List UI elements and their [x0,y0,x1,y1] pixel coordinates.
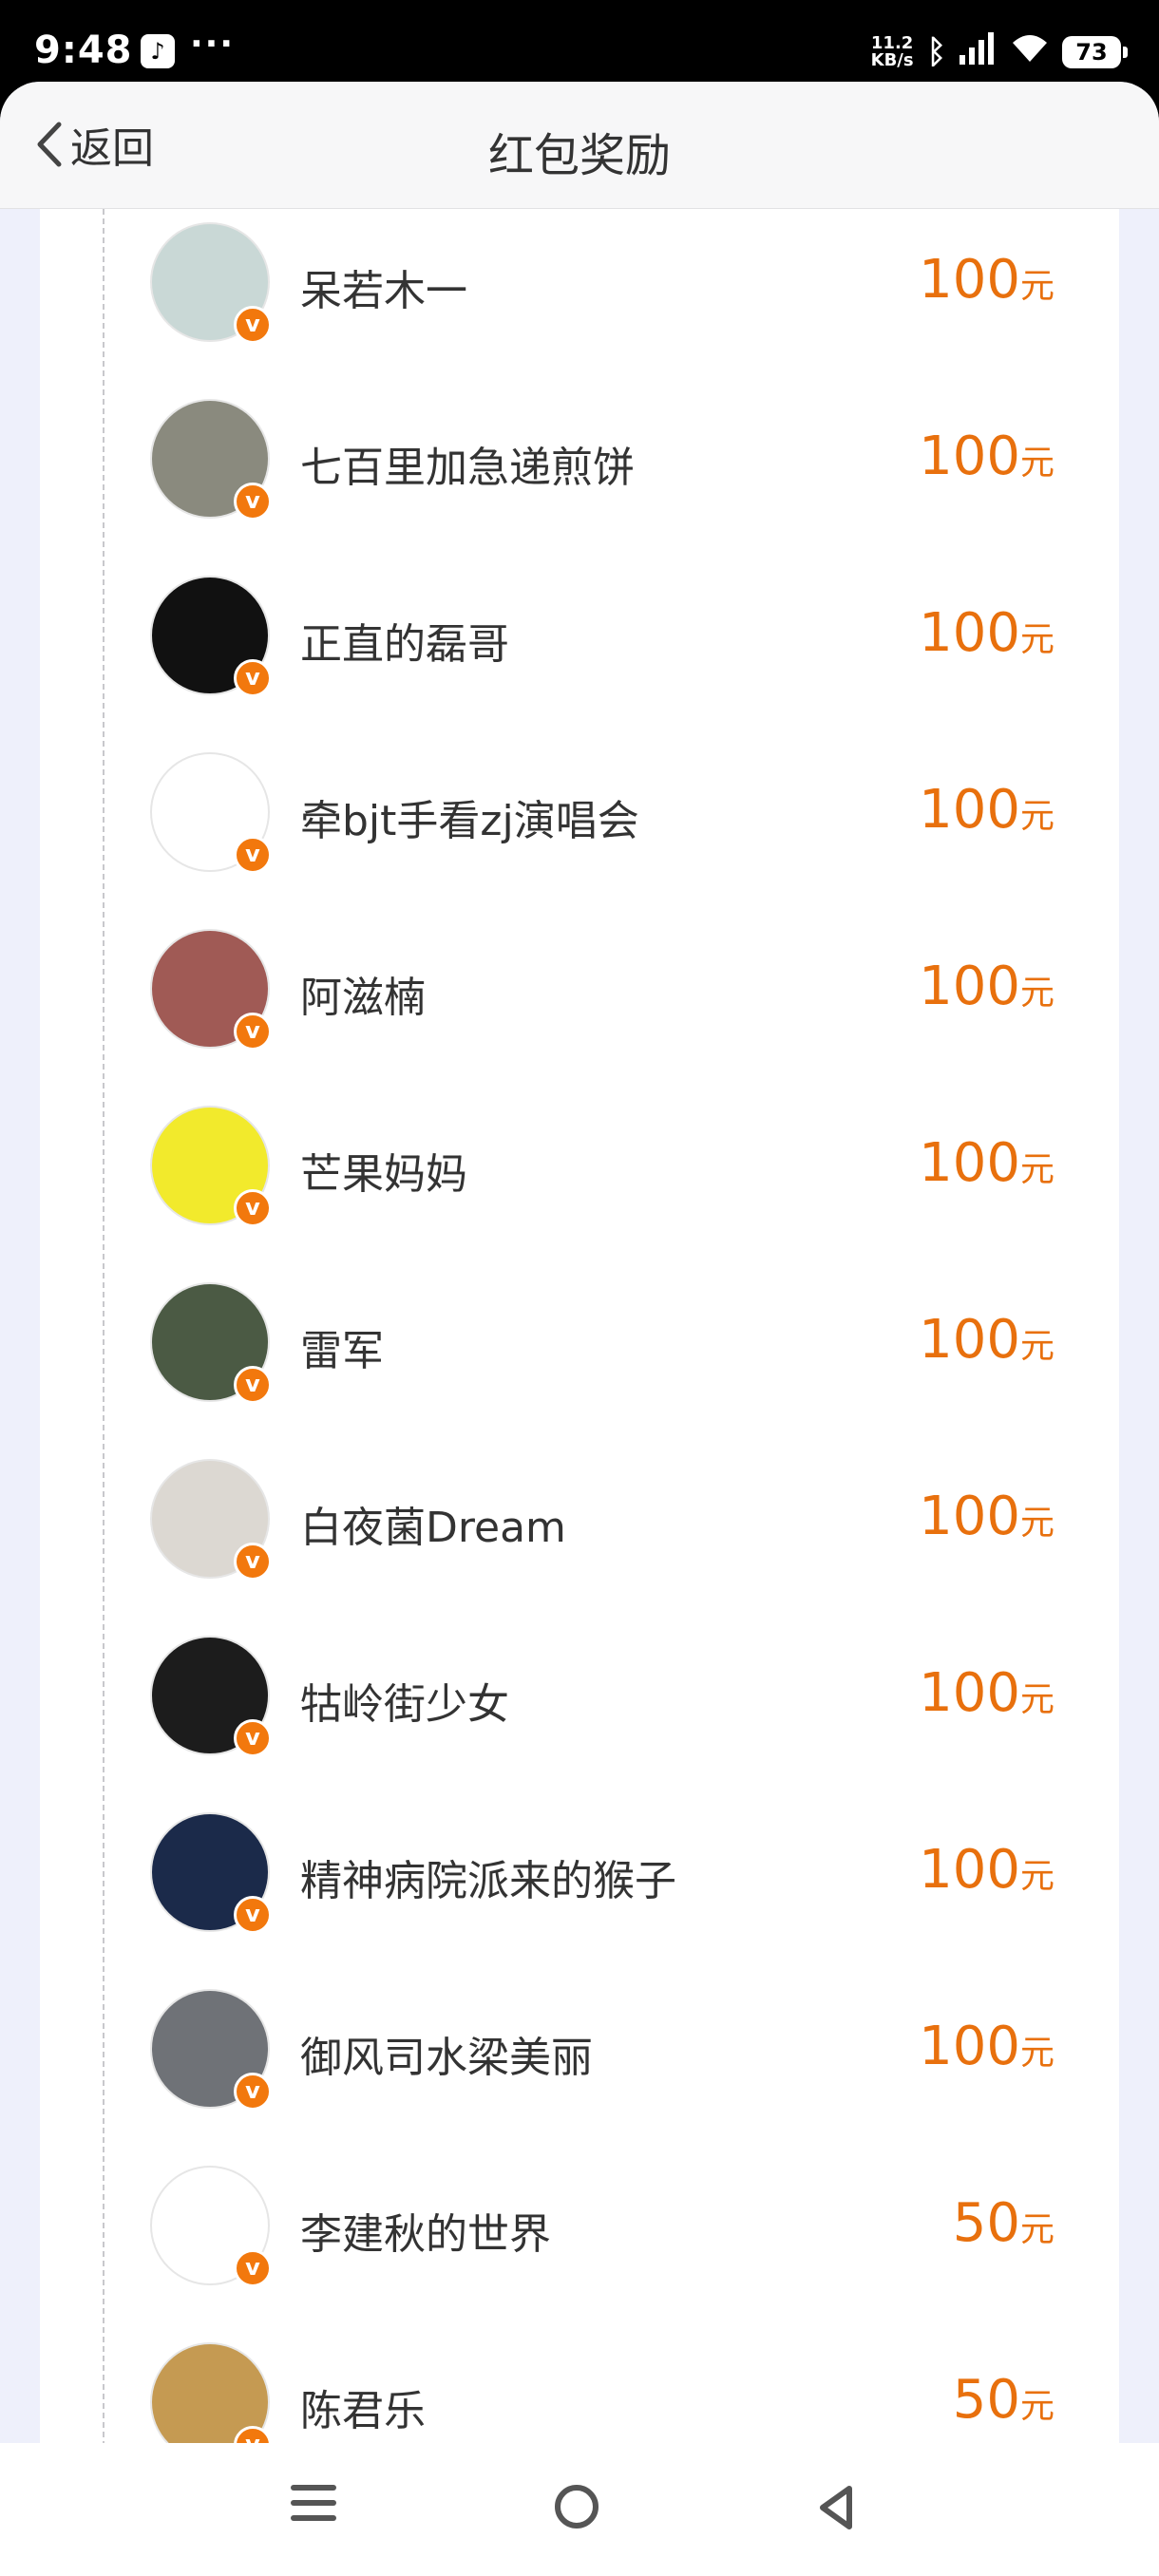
reward-amount: 100元 [919,1839,1054,1901]
reward-amount-value: 100 [919,2016,1020,2077]
user-name: 御风司水梁美丽 [300,2034,593,2082]
list-item[interactable]: v 芒果妈妈 100元 [40,1106,1119,1282]
reward-amount-value: 50 [952,2192,1020,2254]
verified-badge-icon: v [234,1189,272,1227]
reward-amount-unit: 元 [1019,267,1054,306]
reward-amount: 100元 [919,249,1054,311]
system-nav-bar [0,2443,1159,2576]
user-name: 正直的磊哥 [300,620,509,669]
reward-amount-value: 100 [919,602,1020,664]
battery-icon: 73 [1062,36,1128,68]
tiktok-icon: ♪ [141,34,175,68]
reward-amount-value: 100 [919,1309,1020,1371]
wifi-icon [1011,33,1049,72]
user-name: 白夜菌Dream [300,1504,566,1552]
status-time: 9:48 [34,28,133,72]
reward-amount-value: 50 [952,2369,1020,2431]
status-bar: 9:48 ♪ ··· 11.2 KB/s ᛒ 73 [0,0,1159,95]
reward-amount-value: 100 [919,779,1020,841]
user-name: 芒果妈妈 [300,1150,467,1199]
reward-amount-value: 100 [919,1132,1020,1194]
reward-amount-unit: 元 [1019,797,1054,836]
verified-badge-icon: v [234,2249,272,2287]
user-name: 雷军 [300,1327,384,1375]
verified-badge-icon: v [234,1719,272,1757]
network-speed: 11.2 KB/s [871,35,914,69]
reward-list: v 呆若木一 100元 v 七百里加急递煎饼 100元 v 正直的磊哥 100元 v 牵bjt手看z… [40,209,1119,2494]
reward-amount: 100元 [919,602,1054,664]
user-name: 精神病院派来的猴子 [300,1857,676,1905]
user-name: 呆若木一 [300,267,467,315]
list-item[interactable]: v 御风司水梁美丽 100元 [40,1989,1119,2166]
reward-amount-unit: 元 [1019,1150,1054,1189]
reward-amount: 100元 [919,1486,1054,1547]
reward-amount: 50元 [953,2192,1054,2254]
reward-amount-unit: 元 [1019,1327,1054,1366]
verified-badge-icon: v [234,2073,272,2111]
verified-badge-icon: v [234,483,272,521]
verified-badge-icon: v [234,1896,272,1934]
reward-amount-value: 100 [919,426,1020,487]
reward-amount-unit: 元 [1019,2210,1054,2249]
list-item[interactable]: v 白夜菌Dream 100元 [40,1459,1119,1636]
more-notifications-icon: ··· [190,25,236,64]
reward-amount-value: 100 [919,249,1020,311]
verified-badge-icon: v [234,306,272,344]
list-item[interactable]: v 阿滋楠 100元 [40,929,1119,1106]
reward-amount-unit: 元 [1019,2034,1054,2073]
list-item[interactable]: v 正直的磊哥 100元 [40,576,1119,752]
reward-amount-unit: 元 [1019,2387,1054,2426]
reward-amount-value: 100 [919,1839,1020,1901]
reward-amount-unit: 元 [1019,620,1054,659]
reward-amount-value: 100 [919,1662,1020,1724]
reward-amount-unit: 元 [1019,974,1054,1013]
network-speed-unit: KB/s [870,50,914,70]
reward-amount: 50元 [953,2369,1054,2431]
reward-amount-unit: 元 [1019,1504,1054,1543]
reward-amount: 100元 [919,2016,1054,2077]
user-name: 阿滋楠 [300,974,426,1022]
user-name: 陈君乐 [300,2387,426,2435]
verified-badge-icon: v [234,836,272,874]
verified-badge-icon: v [234,1013,272,1051]
reward-amount-value: 100 [919,956,1020,1017]
reward-amount-unit: 元 [1019,444,1054,483]
reward-amount-value: 100 [919,1486,1020,1547]
reward-amount: 100元 [919,1132,1054,1194]
app-window: 返回 红包奖励 v 呆若木一 100元 v 七百里加急递煎饼 100元 v 正直的磊哥 100元… [0,82,1159,2494]
page-title: 红包奖励 [487,129,671,182]
list-item[interactable]: v 雷军 100元 [40,1282,1119,1459]
list-item[interactable]: v 七百里加急递煎饼 100元 [40,399,1119,576]
menu-icon[interactable] [291,2485,336,2527]
list-item[interactable]: v 呆若木一 100元 [40,222,1119,399]
user-name: 牯岭街少女 [300,1680,509,1729]
list-item[interactable]: v 李建秋的世界 50元 [40,2166,1119,2342]
reward-amount-unit: 元 [1019,1680,1054,1719]
list-item[interactable]: v 牯岭街少女 100元 [40,1636,1119,1812]
reward-amount: 100元 [919,1309,1054,1371]
nav-header: 返回 红包奖励 [0,82,1159,209]
bluetooth-icon: ᛒ [926,33,946,71]
home-icon[interactable] [555,2485,598,2529]
verified-badge-icon: v [234,1366,272,1404]
reward-amount: 100元 [919,426,1054,487]
user-name: 牵bjt手看zj演唱会 [300,797,639,845]
reward-amount-unit: 元 [1019,1857,1054,1896]
user-name: 李建秋的世界 [300,2210,551,2259]
reward-amount: 100元 [919,956,1054,1017]
verified-badge-icon: v [234,1543,272,1581]
reward-amount: 100元 [919,1662,1054,1724]
user-name: 七百里加急递煎饼 [300,444,635,492]
back-triangle-icon[interactable] [813,2483,861,2532]
verified-badge-icon: v [234,659,272,697]
list-item[interactable]: v 精神病院派来的猴子 100元 [40,1812,1119,1989]
reward-amount: 100元 [919,779,1054,841]
signal-icon [960,31,998,73]
list-item[interactable]: v 牵bjt手看zj演唱会 100元 [40,752,1119,929]
status-right: 11.2 KB/s ᛒ 73 [871,28,1128,76]
